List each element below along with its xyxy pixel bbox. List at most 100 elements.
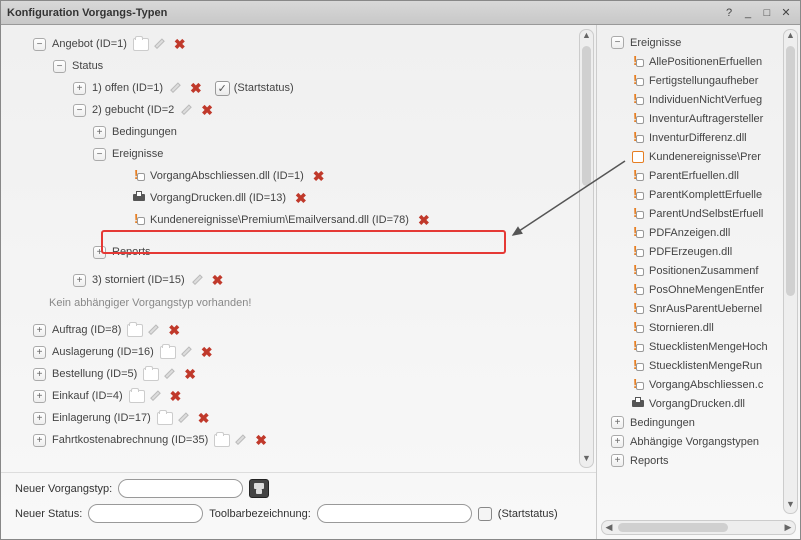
vertical-scrollbar[interactable]: ▲ ▼ — [783, 29, 798, 514]
tree-event-item[interactable]: ParentKomplettErfuelle — [605, 185, 800, 204]
tree-node[interactable]: +Fahrtkostenabrechnung (ID=35)✖ — [13, 429, 596, 451]
expand-icon[interactable]: + — [611, 454, 624, 467]
tree-node-status-gebucht[interactable]: − 2) gebucht (ID=2 ✖ — [13, 99, 596, 121]
scroll-right-icon[interactable]: ▶ — [781, 521, 795, 534]
tree-node-bedingungen[interactable]: + Bedingungen — [13, 121, 596, 143]
expand-icon[interactable]: + — [93, 126, 106, 139]
edit-icon[interactable] — [179, 411, 193, 425]
close-icon[interactable]: ✕ — [778, 6, 794, 20]
tree-event-item[interactable]: Fertigstellungaufheber — [605, 71, 800, 90]
scroll-up-icon[interactable]: ▲ — [580, 30, 593, 44]
collapse-icon[interactable]: − — [53, 60, 66, 73]
delete-icon[interactable]: ✖ — [212, 272, 224, 289]
tree-event-item[interactable]: ParentErfuellen.dll — [605, 166, 800, 185]
delete-icon[interactable]: ✖ — [168, 322, 180, 339]
expand-icon[interactable]: + — [33, 368, 46, 381]
scroll-down-icon[interactable]: ▼ — [580, 453, 593, 467]
maximize-icon[interactable]: □ — [759, 6, 775, 20]
delete-icon[interactable]: ✖ — [418, 212, 430, 229]
minimize-icon[interactable]: _ — [740, 6, 756, 20]
tree-node[interactable]: +Bestellung (ID=5)✖ — [13, 363, 596, 385]
tree-node-reports-r[interactable]: + Reports — [605, 451, 800, 470]
tree-event-item[interactable]: InventurAuftragersteller — [605, 109, 800, 128]
scroll-thumb[interactable] — [618, 523, 728, 532]
tree-event-item[interactable]: PDFAnzeigen.dll — [605, 223, 800, 242]
tree-node-status[interactable]: − Status — [13, 55, 596, 77]
tree-node[interactable]: +Auslagerung (ID=16)✖ — [13, 341, 596, 363]
edit-icon[interactable] — [171, 81, 185, 95]
tree-node-status-storniert[interactable]: + 3) storniert (ID=15) ✖ — [13, 269, 596, 291]
new-status-input[interactable] — [88, 504, 203, 523]
tree-event-item[interactable]: Kundenereignisse\Prer — [605, 147, 800, 166]
tree-node-event[interactable]: VorgangDrucken.dll (ID=13) ✖ — [13, 187, 596, 209]
edit-icon[interactable] — [182, 345, 196, 359]
tree-node[interactable]: +Auftrag (ID=8)✖ — [13, 319, 596, 341]
collapse-icon[interactable]: − — [611, 36, 624, 49]
tree-node-abhaengige[interactable]: + Abhängige Vorgangstypen — [605, 432, 800, 451]
tree-node-ereignisse-root[interactable]: − Ereignisse — [605, 33, 800, 52]
edit-icon[interactable] — [236, 433, 250, 447]
tree-event-item[interactable]: AllePositionenErfuellen — [605, 52, 800, 71]
edit-icon[interactable] — [151, 389, 165, 403]
tree-node[interactable]: +Einkauf (ID=4)✖ — [13, 385, 596, 407]
tree-node[interactable]: +Einlagerung (ID=17)✖ — [13, 407, 596, 429]
tree-event-item[interactable]: PositionenZusammenf — [605, 261, 800, 280]
delete-icon[interactable]: ✖ — [313, 168, 325, 185]
delete-icon[interactable]: ✖ — [255, 432, 267, 449]
expand-icon[interactable]: + — [33, 434, 46, 447]
startstatus-checkbox[interactable]: ✓ — [215, 81, 230, 96]
startstatus-checkbox[interactable] — [478, 507, 492, 521]
tree-event-item[interactable]: Stornieren.dll — [605, 318, 800, 337]
tree-event-item[interactable]: VorgangDrucken.dll — [605, 394, 800, 413]
delete-icon[interactable]: ✖ — [184, 366, 196, 383]
delete-icon[interactable]: ✖ — [174, 36, 186, 53]
collapse-icon[interactable]: − — [93, 148, 106, 161]
delete-icon[interactable]: ✖ — [190, 80, 202, 97]
collapse-icon[interactable]: − — [33, 38, 46, 51]
expand-icon[interactable]: + — [93, 246, 106, 259]
toolbar-input[interactable] — [317, 504, 472, 523]
edit-icon[interactable] — [182, 103, 196, 117]
horizontal-scrollbar[interactable]: ◀ ▶ — [601, 520, 796, 535]
delete-icon[interactable]: ✖ — [201, 344, 213, 361]
tree-event-item[interactable]: PDFErzeugen.dll — [605, 242, 800, 261]
tree-node-event-highlighted[interactable]: Kundenereignisse\Premium\Emailversand.dl… — [13, 209, 596, 231]
edit-icon[interactable] — [155, 37, 169, 51]
collapse-icon[interactable]: − — [73, 104, 86, 117]
delete-icon[interactable]: ✖ — [198, 410, 210, 427]
expand-icon[interactable]: + — [611, 435, 624, 448]
scroll-up-icon[interactable]: ▲ — [784, 30, 797, 44]
tree-node-reports[interactable]: + Reports — [13, 241, 596, 263]
tree-event-item[interactable]: StuecklistenMengeRun — [605, 356, 800, 375]
tree-event-item[interactable]: PosOhneMengenEntfer — [605, 280, 800, 299]
expand-icon[interactable]: + — [611, 416, 624, 429]
edit-icon[interactable] — [193, 273, 207, 287]
tree-event-item[interactable]: ParentUndSelbstErfuell — [605, 204, 800, 223]
expand-icon[interactable]: + — [33, 346, 46, 359]
delete-icon[interactable]: ✖ — [201, 102, 213, 119]
tree-event-item[interactable]: StuecklistenMengeHoch — [605, 337, 800, 356]
new-type-input[interactable] — [118, 479, 243, 498]
delete-icon[interactable]: ✖ — [295, 190, 307, 207]
tree-node-ereignisse[interactable]: − Ereignisse — [13, 143, 596, 165]
save-button[interactable] — [249, 479, 269, 498]
edit-icon[interactable] — [149, 323, 163, 337]
scroll-thumb[interactable] — [786, 46, 795, 296]
tree-event-item[interactable]: IndividuenNichtVerfueg — [605, 90, 800, 109]
expand-icon[interactable]: + — [73, 274, 86, 287]
scroll-left-icon[interactable]: ◀ — [602, 521, 616, 534]
tree-event-item[interactable]: VorgangAbschliessen.c — [605, 375, 800, 394]
scroll-down-icon[interactable]: ▼ — [784, 499, 797, 513]
expand-icon[interactable]: + — [33, 324, 46, 337]
expand-icon[interactable]: + — [33, 412, 46, 425]
vertical-scrollbar[interactable]: ▲ ▼ — [579, 29, 594, 468]
tree-node-event[interactable]: VorgangAbschliessen.dll (ID=1) ✖ — [13, 165, 596, 187]
tree-node-bedingungen-r[interactable]: + Bedingungen — [605, 413, 800, 432]
tree-event-item[interactable]: InventurDifferenz.dll — [605, 128, 800, 147]
delete-icon[interactable]: ✖ — [170, 388, 182, 405]
tree-event-item[interactable]: SnrAusParentUebernel — [605, 299, 800, 318]
expand-icon[interactable]: + — [33, 390, 46, 403]
tree-node-status-offen[interactable]: + 1) offen (ID=1) ✖ ✓ (Startstatus) — [13, 77, 596, 99]
help-icon[interactable]: ? — [721, 6, 737, 20]
tree-node-angebot[interactable]: − Angebot (ID=1) ✖ — [13, 33, 596, 55]
